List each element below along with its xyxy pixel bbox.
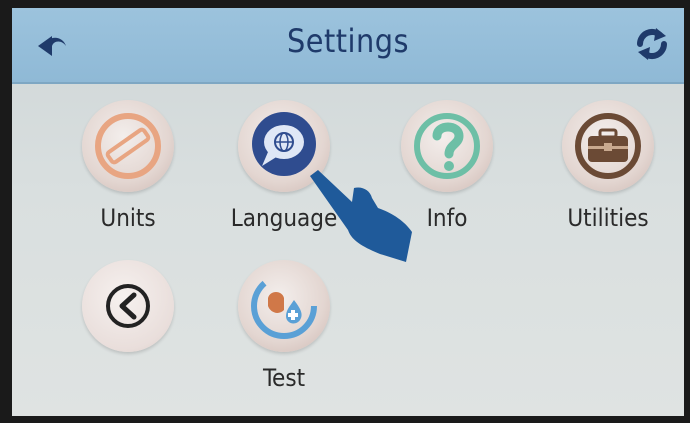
ruler-icon <box>95 113 161 179</box>
test-button[interactable] <box>238 260 330 352</box>
utilities-button[interactable] <box>562 100 654 192</box>
device-screen: Settings Units Language Info Utilities T… <box>12 8 684 416</box>
units-button[interactable] <box>82 100 174 192</box>
title-bar: Settings <box>12 8 684 84</box>
test-label: Test <box>262 364 306 392</box>
refresh-icon <box>636 28 668 60</box>
pointing-hand-icon <box>310 170 412 262</box>
hand-drop-icon <box>251 273 317 339</box>
units-label: Units <box>100 204 156 232</box>
refresh-button[interactable] <box>630 22 674 66</box>
previous-page-button[interactable] <box>82 260 174 352</box>
toolbox-icon <box>575 113 641 179</box>
page-title: Settings <box>286 22 410 60</box>
utilities-label: Utilities <box>567 204 649 232</box>
chevron-left-icon <box>106 284 150 328</box>
